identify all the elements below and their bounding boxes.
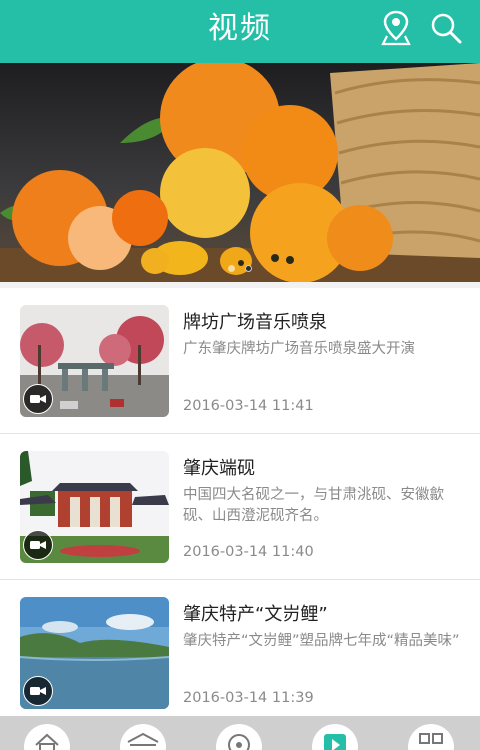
tab-building[interactable] xyxy=(120,724,166,750)
banner-image xyxy=(0,63,480,282)
video-description: 中国四大名砚之一，与甘肃洮砚、安徽歙砚、山西澄泥砚齐名。 xyxy=(183,487,444,524)
video-play-icon xyxy=(324,734,346,750)
tab-compass[interactable] xyxy=(216,724,262,750)
list-item[interactable]: 肇庆端砚 中国四大名砚之一，与甘肃洮砚、安徽歙砚、山西澄泥砚齐名。 2016-0… xyxy=(0,434,480,580)
tab-home[interactable] xyxy=(24,724,70,750)
video-camera-icon xyxy=(23,530,53,560)
carousel-dots xyxy=(0,265,480,272)
location-pin-icon[interactable] xyxy=(376,8,416,48)
building-icon xyxy=(127,732,159,746)
top-header: 视频 xyxy=(0,0,480,63)
video-date: 2016-03-14 11:41 xyxy=(183,398,314,414)
video-title: 肇庆特产“文岃鲤” xyxy=(183,604,328,625)
banner-carousel[interactable] xyxy=(0,63,480,282)
video-thumbnail[interactable] xyxy=(20,451,169,563)
carousel-dot-active[interactable] xyxy=(245,265,252,272)
tab-video[interactable] xyxy=(312,724,358,750)
list-item[interactable]: 牌坊广场音乐喷泉 广东肇庆牌坊广场音乐喷泉盛大开演 2016-03-14 11:… xyxy=(0,288,480,434)
video-list: 牌坊广场音乐喷泉 广东肇庆牌坊广场音乐喷泉盛大开演 2016-03-14 11:… xyxy=(0,288,480,726)
video-date: 2016-03-14 11:40 xyxy=(183,544,314,560)
compass-icon xyxy=(228,734,250,750)
search-icon[interactable] xyxy=(426,8,466,48)
video-description: 肇庆特产“文岃鲤”塑品牌七年成“精品美味” xyxy=(183,633,460,649)
home-icon xyxy=(35,733,59,750)
video-camera-icon xyxy=(23,676,53,706)
video-date: 2016-03-14 11:39 xyxy=(183,690,314,706)
grid-icon xyxy=(419,733,443,744)
video-title: 牌坊广场音乐喷泉 xyxy=(183,312,327,333)
video-thumbnail[interactable] xyxy=(20,597,169,709)
video-title: 肇庆端砚 xyxy=(183,458,255,479)
bottom-tab-bar xyxy=(0,716,480,750)
video-thumbnail[interactable] xyxy=(20,305,169,417)
tab-more[interactable] xyxy=(408,724,454,750)
carousel-dot[interactable] xyxy=(228,265,235,272)
video-camera-icon xyxy=(23,384,53,414)
list-item[interactable]: 肇庆特产“文岃鲤” 肇庆特产“文岃鲤”塑品牌七年成“精品美味” 2016-03-… xyxy=(0,580,480,726)
video-description: 广东肇庆牌坊广场音乐喷泉盛大开演 xyxy=(183,341,415,357)
